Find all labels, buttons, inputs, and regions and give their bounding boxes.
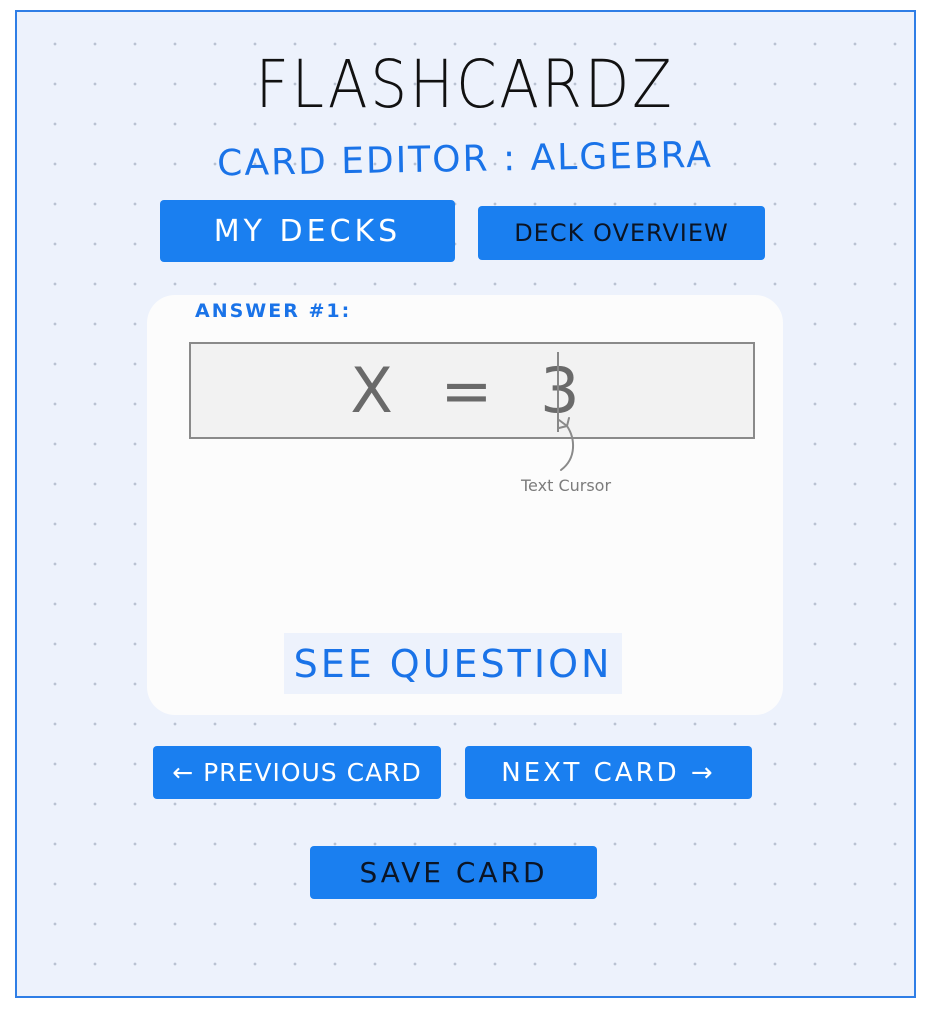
next-card-button[interactable]: NEXT CARD → xyxy=(465,746,752,799)
annotation-arrow-icon xyxy=(558,417,574,471)
my-decks-button[interactable]: MY DECKS xyxy=(160,200,455,262)
answer-label: ANSWER #1: xyxy=(195,300,352,322)
save-card-button[interactable]: SAVE CARD xyxy=(310,846,597,899)
dot-grid-edge xyxy=(0,1000,930,1015)
cursor-annotation: Text Cursor xyxy=(521,476,612,495)
previous-card-button[interactable]: ← PREVIOUS CARD xyxy=(153,746,441,799)
app-title: FLASHCARDZ xyxy=(255,46,675,123)
answer-input[interactable]: X = 3 xyxy=(189,342,755,439)
see-question-button[interactable]: SEE QUESTION xyxy=(284,633,622,694)
deck-overview-button[interactable]: DECK OVERVIEW xyxy=(478,206,765,260)
